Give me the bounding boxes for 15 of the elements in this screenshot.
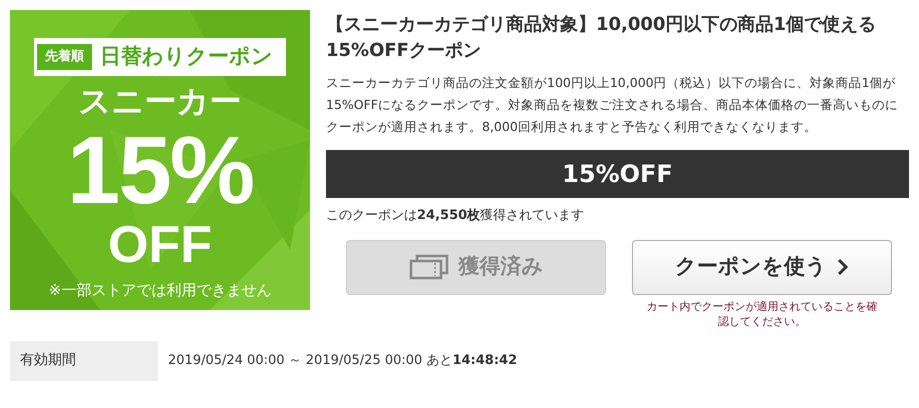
- period-label: 有効期間: [10, 340, 158, 380]
- off-text: OFF: [108, 218, 212, 271]
- coupon-description: スニーカーカテゴリ商品の注文金額が100円以上10,000円（税込）以下の場合に、対象商品1個が15%OFFになるクーポンです。対象商品を複数ご注文される場合、商品本体価格の一番高いものにクーポンが適用されます。8,000回利用されますと予告なく利用できなくなります。: [326, 74, 900, 136]
- tag-label: 先着順: [37, 44, 92, 70]
- category-text: スニーカー: [78, 84, 242, 119]
- discount-bar: 15%OFF: [326, 150, 909, 198]
- use-note: カート内でクーポンが適用されていることを確認してください。: [646, 298, 878, 328]
- coupon-title: 【スニーカーカテゴリ商品対象】10,000円以下の商品1個で使える15%OFFクーポン: [326, 13, 877, 63]
- percent-text: 15%: [66, 122, 254, 219]
- use-coupon-button[interactable]: クーポンを使う: [632, 240, 892, 294]
- banner-note: ※一部ストアでは利用できません: [48, 280, 272, 301]
- acquired-count: このクーポンは24,550枚獲得されています: [326, 207, 586, 225]
- banner-heading: 日替わりクーポン: [100, 43, 274, 70]
- chevron-right-icon: [837, 258, 849, 276]
- ticket-icon: [408, 254, 448, 280]
